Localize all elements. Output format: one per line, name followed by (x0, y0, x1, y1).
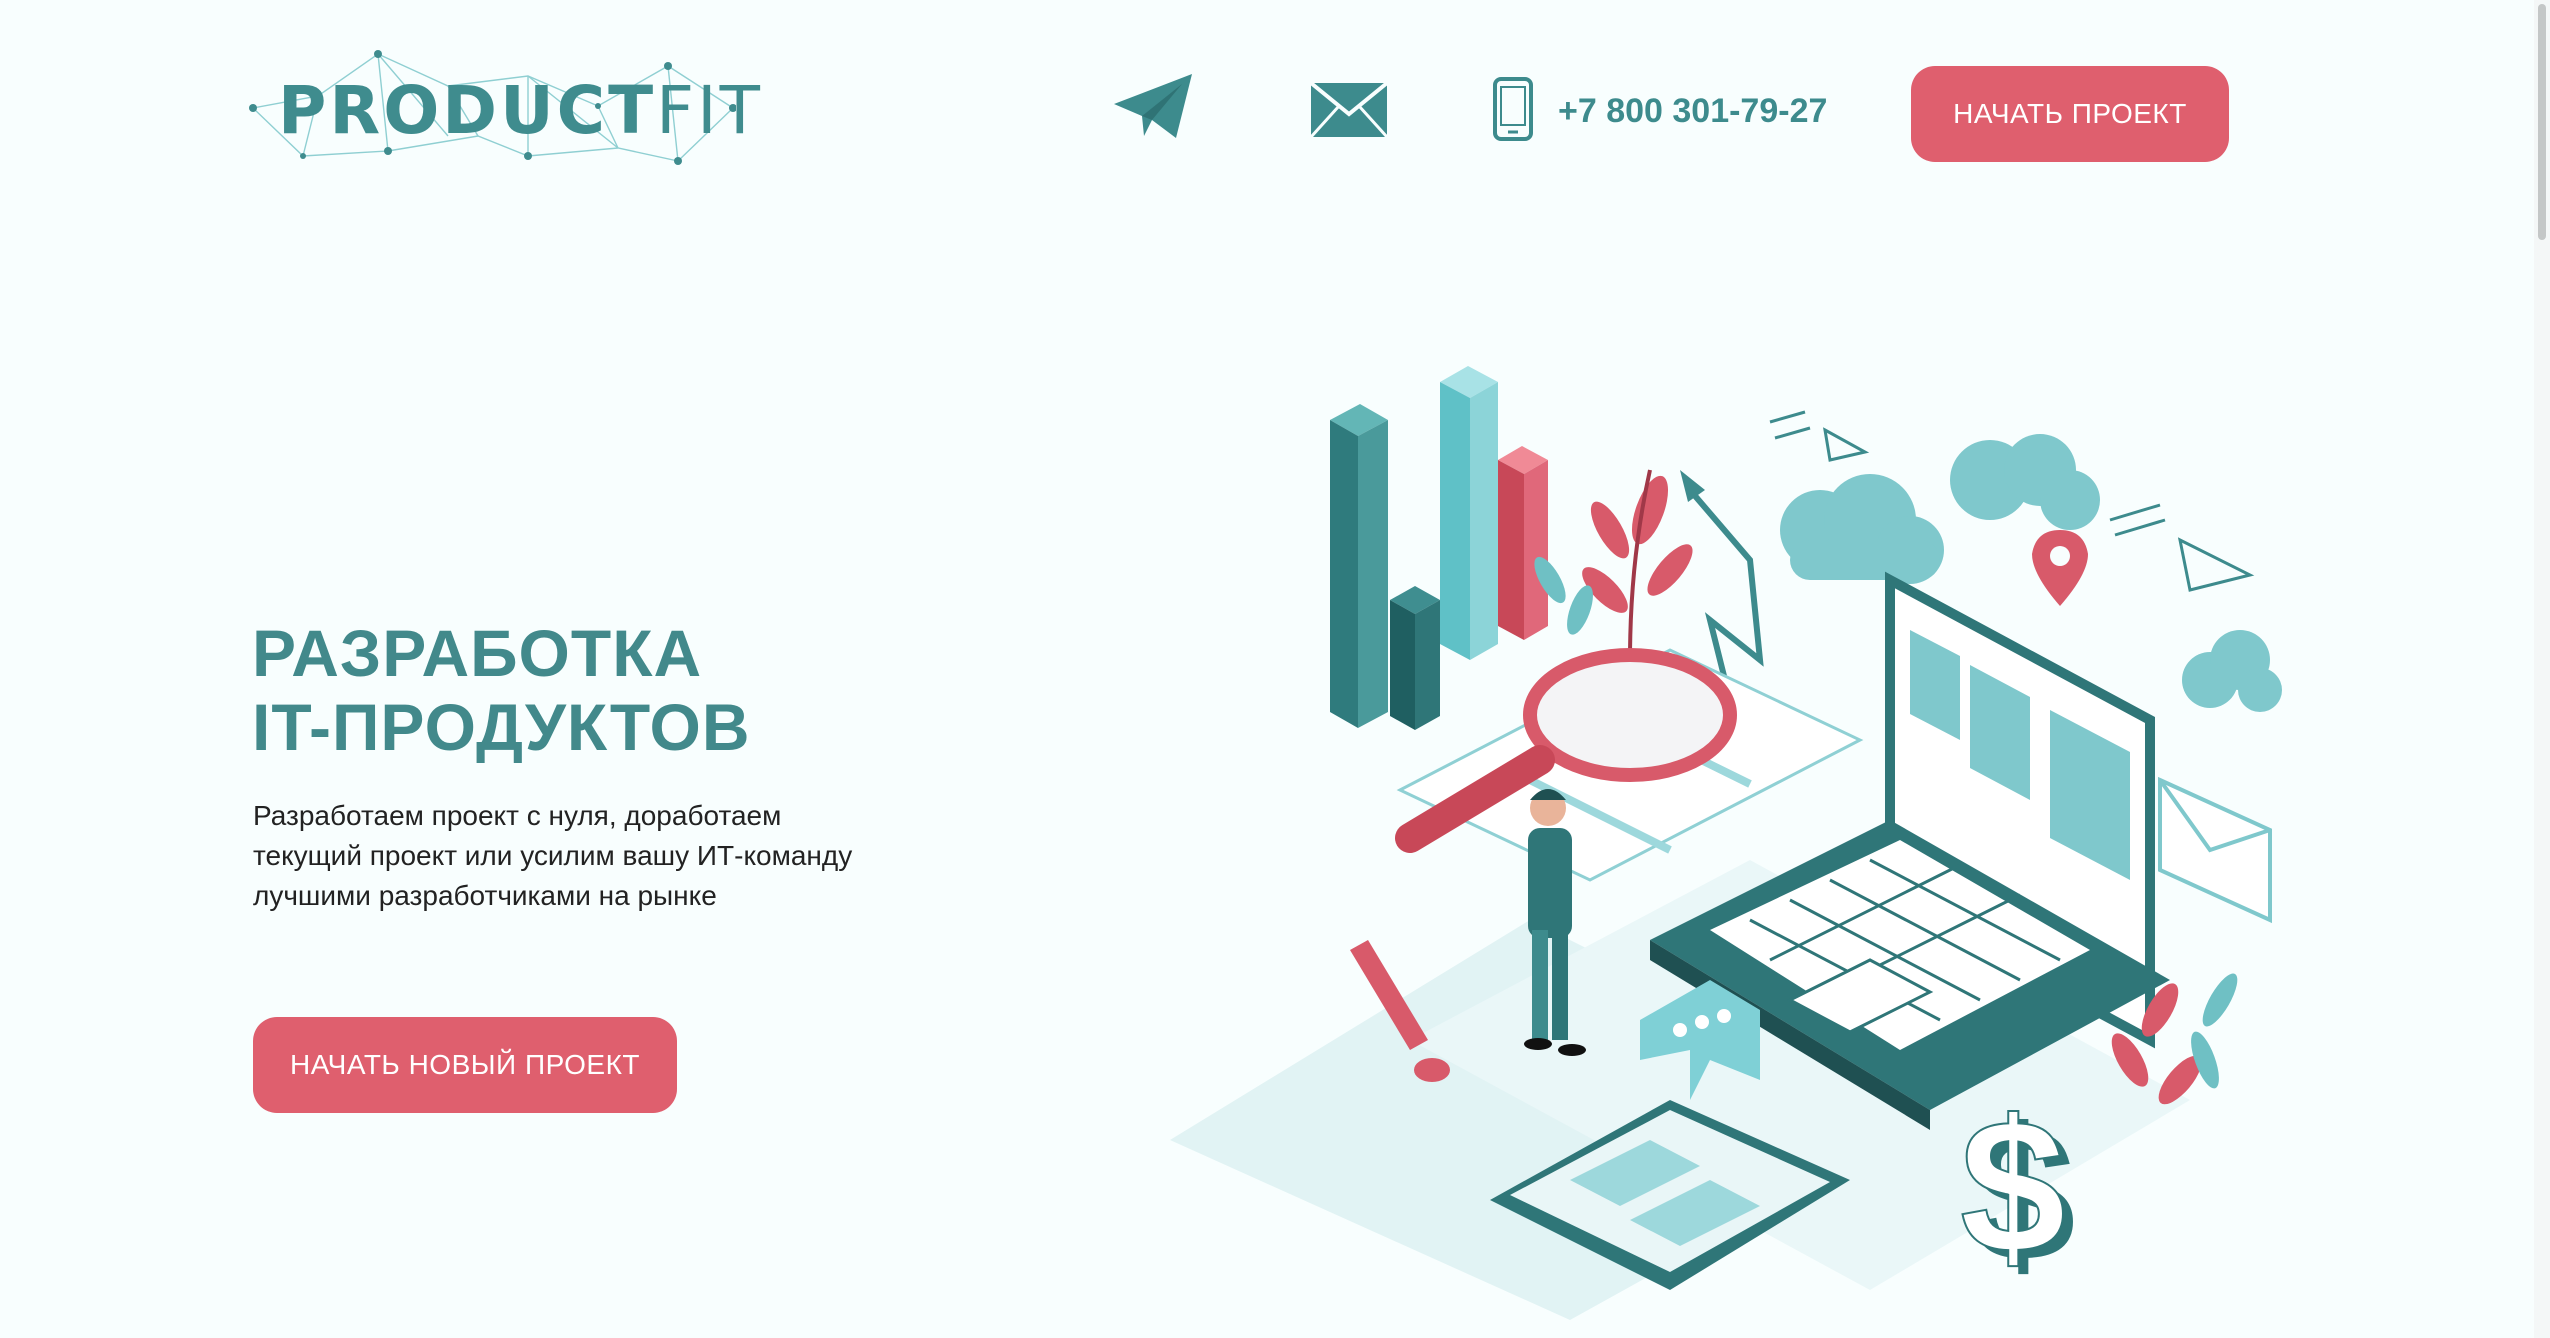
scrollbar[interactable] (2534, 0, 2550, 1338)
scrollbar-thumb[interactable] (2538, 4, 2546, 240)
logo[interactable]: PRODUCTFIT (248, 46, 760, 176)
start-project-button[interactable]: НАЧАТЬ ПРОЕКТ (1911, 66, 2229, 162)
logo-text-light: FIT (656, 72, 763, 149)
phone-icon[interactable] (1492, 76, 1534, 147)
envelope-graphic (2158, 776, 2272, 924)
hero-title: РАЗРАБОТКА IT-ПРОДУКТОВ (252, 616, 1152, 764)
hero-description-line2: текущий проект или усилим вашу ИТ-команд… (253, 840, 853, 871)
bar-chart-graphic (1330, 366, 1548, 730)
logo-text: PRODUCTFIT (278, 72, 763, 149)
dollar-sign-graphic: $ $ (1959, 1080, 2076, 1301)
phone-number[interactable]: +7 800 301-79-27 (1558, 92, 1827, 131)
start-new-project-button[interactable]: НАЧАТЬ НОВЫЙ ПРОЕКТ (253, 1017, 677, 1113)
telegram-icon[interactable] (1112, 72, 1194, 147)
svg-text:$: $ (1960, 1081, 2066, 1293)
hero-title-line1: РАЗРАБОТКА (252, 616, 703, 690)
hero-title-line2: IT-ПРОДУКТОВ (252, 690, 751, 764)
hero-illustration: $ $ (1110, 360, 2310, 1325)
hero-description-line1: Разработаем проект с нуля, доработаем (253, 800, 782, 831)
location-pin-graphic (2032, 530, 2088, 606)
logo-text-bold: PRODUCT (278, 72, 657, 149)
hero-description: Разработаем проект с нуля, доработаем те… (253, 796, 953, 916)
hero-description-line3: лучшими разработчиками на рынке (253, 880, 717, 911)
plant-graphic (1582, 469, 1693, 661)
mail-icon[interactable] (1308, 80, 1390, 145)
